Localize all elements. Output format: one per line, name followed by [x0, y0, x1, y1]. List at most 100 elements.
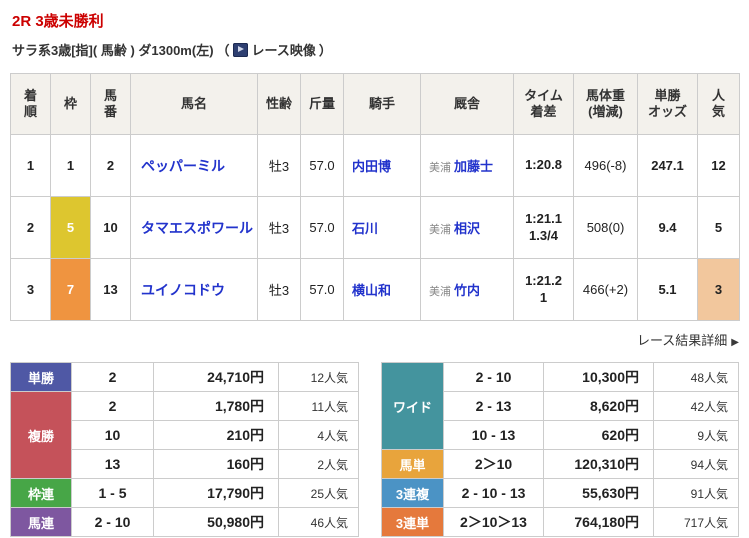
payout-combination: 2＞10 — [443, 449, 544, 479]
payout-amount: 620円 — [543, 420, 654, 450]
payout-row-quinella: 馬連 2 - 10 50,980円 46人気 — [10, 507, 359, 537]
payout-popularity: 48人気 — [653, 362, 739, 392]
trainer-link[interactable]: 相沢 — [454, 221, 480, 236]
payout-combination: 13 — [71, 449, 154, 479]
payout-popularity: 91人気 — [653, 478, 739, 508]
race-title: 2R 3歳未勝利 — [12, 13, 104, 30]
popularity: 12 — [697, 134, 740, 197]
horse-name-link[interactable]: ペッパーミル — [141, 158, 225, 174]
jockey-cell: 石川 — [343, 196, 421, 259]
col-frame: 枠 — [50, 73, 91, 135]
col-time-margin: タイム 着差 — [513, 73, 574, 135]
horse-number: 2 — [90, 134, 131, 197]
frame-number: 1 — [50, 134, 91, 197]
jockey-cell: 内田博 — [343, 134, 421, 197]
paren-open: （ — [216, 43, 230, 58]
paren-close: ） — [318, 43, 332, 58]
stable-cell: 美浦 相沢 — [420, 196, 514, 259]
payout-popularity: 42人気 — [653, 391, 739, 421]
win-odds: 5.1 — [637, 258, 698, 321]
jockey-link[interactable]: 石川 — [352, 221, 378, 236]
result-row-1: 1 1 2 ペッパーミル 牡3 57.0 内田博 美浦 加藤士 1:20.8 49… — [10, 134, 740, 197]
jockey-link[interactable]: 内田博 — [352, 159, 391, 174]
frame-number: 7 — [50, 258, 91, 321]
payout-combination: 2 - 10 - 13 — [443, 478, 544, 508]
horse-number: 10 — [90, 196, 131, 259]
jockey-cell: 横山和 — [343, 258, 421, 321]
race-conditions: サラ系3歳[指]( 馬齢 ) ダ1300m(左) — [12, 43, 214, 58]
payout-popularity: 11人気 — [278, 391, 359, 421]
sex-age: 牡3 — [257, 134, 301, 197]
payout-amount: 1,780円 — [153, 391, 279, 421]
stable-region: 美浦 — [429, 224, 451, 236]
carried-weight: 57.0 — [300, 134, 344, 197]
payout-row-win: 単勝 2 24,710円 12人気 — [10, 362, 359, 392]
stable-cell: 美浦 竹内 — [420, 258, 514, 321]
detail-link-row: レース結果詳細 ▶ — [10, 330, 739, 349]
win-odds: 9.4 — [637, 196, 698, 259]
payout-row-wide: ワイド 2 - 10 10,300円 48人気 — [381, 362, 739, 450]
payout-amount: 160円 — [153, 449, 279, 479]
trainer-link[interactable]: 竹内 — [454, 283, 480, 298]
time-margin: 1:21.1 1.3/4 — [513, 196, 574, 259]
payout-popularity: 94人気 — [653, 449, 739, 479]
race-results-table: 着 順 枠 馬 番 馬名 性齢 斤量 騎手 厩舎 タイム 着差 馬体重 (増減)… — [10, 73, 740, 321]
race-video-link[interactable]: レース映像 — [232, 40, 316, 59]
payout-combination: 10 - 13 — [443, 420, 544, 450]
results-header-row: 着 順 枠 馬 番 馬名 性齢 斤量 騎手 厩舎 タイム 着差 馬体重 (増減)… — [10, 73, 740, 135]
payout-combination: 1 - 5 — [71, 478, 154, 508]
payout-table-left: 単勝 2 24,710円 12人気 複勝 2 1,780円 11人気 10 21… — [10, 362, 359, 537]
payout-combination: 2 - 10 — [443, 362, 544, 392]
horse-name-link[interactable]: タマエスポワール — [141, 220, 253, 236]
popularity: 3 — [697, 258, 740, 321]
body-weight: 508(0) — [573, 196, 638, 259]
payout-popularity: 717人気 — [653, 507, 739, 537]
payout-combination: 2 - 10 — [71, 507, 154, 537]
race-conditions-bar: サラ系3歳[指]( 馬齢 ) ダ1300m(左) （ レース映像 ） — [10, 40, 739, 59]
payout-combination: 2 — [71, 391, 154, 421]
win-odds: 247.1 — [637, 134, 698, 197]
finish-position: 2 — [10, 196, 51, 259]
horse-name-cell: ペッパーミル — [130, 134, 258, 197]
bet-type-wide: ワイド — [381, 362, 444, 450]
payout-amount: 50,980円 — [153, 507, 279, 537]
payout-row-place: 複勝 2 1,780円 11人気 — [10, 391, 359, 479]
stable-cell: 美浦 加藤士 — [420, 134, 514, 197]
payout-amount: 764,180円 — [543, 507, 654, 537]
bet-type-trifecta: 3連単 — [381, 507, 444, 537]
jockey-link[interactable]: 横山和 — [352, 283, 391, 298]
col-body-weight: 馬体重 (増減) — [573, 73, 638, 135]
horse-name-cell: タマエスポワール — [130, 196, 258, 259]
payout-amount: 55,630円 — [543, 478, 654, 508]
payout-popularity: 46人気 — [278, 507, 359, 537]
time-margin: 1:21.2 1 — [513, 258, 574, 321]
result-row-3: 3 7 13 ユイノコドウ 牡3 57.0 横山和 美浦 竹内 1:21.2 1 … — [10, 258, 740, 321]
bet-type-quinella: 馬連 — [10, 507, 72, 537]
trainer-link[interactable]: 加藤士 — [454, 159, 493, 174]
stable-region: 美浦 — [429, 286, 451, 298]
detail-link-label: レース結果詳細 — [636, 333, 728, 348]
video-play-icon — [232, 42, 248, 57]
frame-number: 5 — [50, 196, 91, 259]
payout-amount: 8,620円 — [543, 391, 654, 421]
sex-age: 牡3 — [257, 258, 301, 321]
col-finish-position: 着 順 — [10, 73, 51, 135]
race-result-detail-link[interactable]: レース結果詳細 ▶ — [637, 333, 739, 348]
payout-row-exacta: 馬単 2＞10 120,310円 94人気 — [381, 449, 739, 479]
payout-combination: 10 — [71, 420, 154, 450]
bet-type-place: 複勝 — [10, 391, 72, 479]
col-jockey: 騎手 — [343, 73, 421, 135]
payout-amount: 120,310円 — [543, 449, 654, 479]
horse-number: 13 — [90, 258, 131, 321]
sex-age: 牡3 — [257, 196, 301, 259]
finish-position: 3 — [10, 258, 51, 321]
horse-name-link[interactable]: ユイノコドウ — [141, 282, 225, 298]
payout-row-trifecta: 3連単 2＞10＞13 764,180円 717人気 — [381, 507, 739, 537]
col-horse-number: 馬 番 — [90, 73, 131, 135]
race-video-label: レース映像 — [251, 43, 316, 58]
payout-popularity: 12人気 — [278, 362, 359, 392]
payout-amount: 210円 — [153, 420, 279, 450]
carried-weight: 57.0 — [300, 196, 344, 259]
body-weight: 466(+2) — [573, 258, 638, 321]
payout-popularity: 25人気 — [278, 478, 359, 508]
